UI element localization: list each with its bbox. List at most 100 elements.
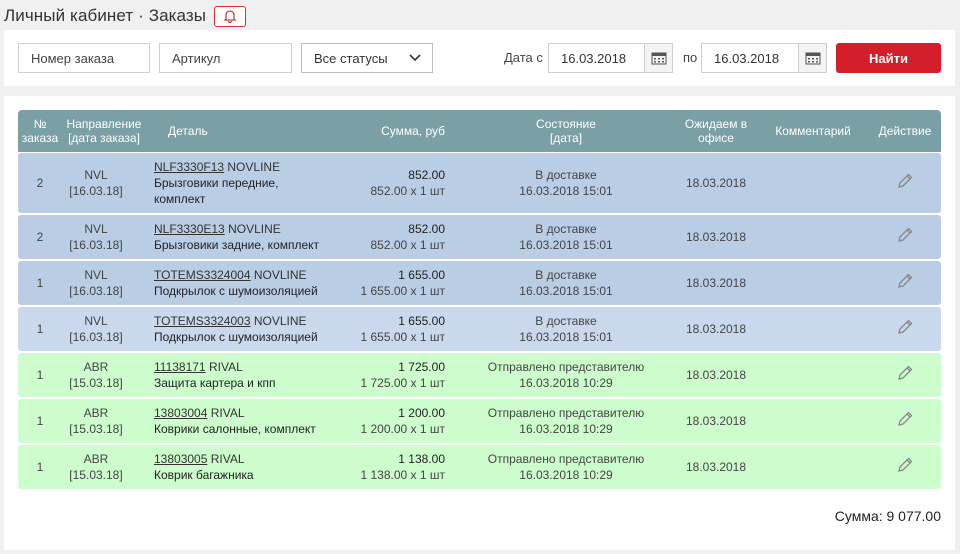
order-num: 1: [36, 368, 44, 382]
order-detail: TOTEMS3324003 NOVLINE Подкрылок с шумоизо…: [154, 307, 354, 351]
order-num: 1: [36, 460, 44, 474]
order-expected: 18.03.2018: [685, 460, 747, 474]
date-to-label: по: [683, 50, 698, 65]
article-link[interactable]: NLF3330E13: [154, 222, 225, 236]
order-num: 1: [36, 276, 44, 290]
article-link[interactable]: 11138171: [154, 360, 206, 374]
order-num: 1: [36, 322, 44, 336]
chevron-down-icon: [409, 54, 421, 62]
pencil-icon: [896, 364, 914, 386]
pencil-icon: [896, 456, 914, 478]
order-direction: ABR [15.03.18]: [69, 452, 123, 482]
table-row: 1 ABR [15.03.18] 13803004 RIVAL Коврики сало…: [18, 399, 941, 443]
brand: NOVLINE: [253, 268, 307, 282]
order-expected: 18.03.2018: [685, 414, 747, 428]
date-from-field[interactable]: 16.03.2018: [548, 43, 673, 73]
page-title: Личный кабинет · Заказы: [4, 6, 207, 25]
brand: RIVAL: [208, 360, 243, 374]
brand: NOVLINE: [227, 160, 281, 174]
status-select-value: Все статусы: [314, 50, 388, 66]
edit-button[interactable]: [870, 215, 940, 259]
search-button[interactable]: Найти: [836, 43, 941, 73]
col-sum-header: Сумма, руб: [381, 124, 445, 138]
pencil-icon: [896, 272, 914, 294]
order-direction: NVL [16.03.18]: [69, 268, 123, 298]
date-to-field[interactable]: 16.03.2018: [701, 43, 827, 73]
table-row: 1 NVL [16.03.18] TOTEMS3324003 NOVLINE Подкр…: [18, 307, 941, 351]
article-link[interactable]: TOTEMS3324003: [154, 314, 251, 328]
order-expected: 18.03.2018: [685, 230, 747, 244]
col-state-header: Состояние [дата]: [536, 117, 596, 145]
brand: RIVAL: [210, 452, 245, 466]
order-state: Отправлено представителю 16.03.2018 10:29: [487, 406, 645, 436]
order-state: В доставке 16.03.2018 15:01: [519, 314, 613, 344]
brand: NOVLINE: [253, 314, 307, 328]
order-state: В доставке 16.03.2018 15:01: [519, 222, 613, 252]
order-detail: NLF3330F13 NOVLINE Брызговики передние, ко…: [154, 153, 354, 213]
bell-icon: [223, 10, 237, 23]
orders-total: Сумма: 9 077.00: [834, 508, 941, 524]
date-from-label: Дата с: [504, 50, 543, 65]
article-link[interactable]: 13803005: [154, 452, 207, 466]
order-num: 2: [36, 176, 44, 190]
order-expected: 18.03.2018: [685, 176, 747, 190]
edit-button[interactable]: [870, 307, 940, 351]
edit-button[interactable]: [870, 445, 940, 489]
detail-name: Подкрылок с шумоизоляцией: [154, 284, 318, 298]
date-to-value: 16.03.2018: [714, 50, 780, 66]
order-sum: 1 655.00 1 655.00 x 1 шт: [360, 268, 445, 298]
calendar-icon[interactable]: [644, 44, 672, 72]
calendar-icon[interactable]: [798, 44, 826, 72]
article-link[interactable]: TOTEMS3324004: [154, 268, 251, 282]
detail-name: Подкрылок с шумоизоляцией: [154, 330, 318, 344]
col-num-header: № заказа: [21, 117, 59, 145]
col-expected-header: Ожидаем в офисе: [684, 117, 748, 145]
order-state: Отправлено представителю 16.03.2018 10:29: [487, 452, 645, 482]
edit-button[interactable]: [870, 399, 940, 443]
order-state: В доставке 16.03.2018 15:01: [519, 268, 613, 298]
pencil-icon: [896, 410, 914, 432]
detail-name: Коврик багажника: [154, 468, 254, 482]
edit-button[interactable]: [870, 153, 940, 213]
detail-name: Защита картера и кпп: [154, 376, 276, 390]
order-sum: 1 655.00 1 655.00 x 1 шт: [360, 314, 445, 344]
order-sum: 1 138.00 1 138.00 x 1 шт: [360, 452, 445, 482]
order-state: В доставке 16.03.2018 15:01: [519, 168, 613, 198]
detail-name: Коврики салонные, комплект: [154, 422, 316, 436]
edit-button[interactable]: [870, 261, 940, 305]
table-row: 2 NVL [16.03.18] NLF3330F13 NOVLINE Брызгови…: [18, 153, 941, 213]
article-input[interactable]: [159, 43, 292, 73]
col-comment-header: Комментарий: [775, 124, 851, 138]
table-row: 2 NVL [16.03.18] NLF3330E13 NOVLINE Брызгови…: [18, 215, 941, 259]
table-row: 1 ABR [15.03.18] 11138171 RIVAL Защита карте…: [18, 353, 941, 397]
page-header: Личный кабинет · Заказы: [4, 4, 247, 28]
article-link[interactable]: NLF3330F13: [154, 160, 224, 174]
order-direction: NVL [16.03.18]: [69, 222, 123, 252]
order-sum: 852.00 852.00 x 1 шт: [370, 222, 445, 252]
detail-name-cont: комплект: [154, 192, 206, 206]
order-direction: ABR [15.03.18]: [69, 360, 123, 390]
order-expected: 18.03.2018: [685, 322, 747, 336]
pencil-icon: [896, 172, 914, 194]
notifications-button[interactable]: [214, 5, 247, 27]
order-expected: 18.03.2018: [685, 276, 747, 290]
status-select[interactable]: Все статусы: [301, 43, 433, 73]
order-detail: 11138171 RIVAL Защита картера и кпп: [154, 353, 354, 397]
order-num: 2: [36, 230, 44, 244]
order-sum: 1 725.00 1 725.00 x 1 шт: [360, 360, 445, 390]
detail-name: Брызговики задние, комплект: [154, 238, 320, 252]
order-sum: 1 200.00 1 200.00 x 1 шт: [360, 406, 445, 436]
edit-button[interactable]: [870, 353, 940, 397]
col-detail-header: Деталь: [168, 124, 208, 138]
pencil-icon: [896, 226, 914, 248]
order-num: 1: [36, 414, 44, 428]
article-link[interactable]: 13803004: [154, 406, 207, 420]
table-header: № заказа Направление [дата заказа] Деталь …: [18, 110, 941, 152]
order-detail: 13803004 RIVAL Коврики салонные, комплект: [154, 399, 354, 443]
order-state: Отправлено представителю 16.03.2018 10:29: [487, 360, 645, 390]
order-number-input[interactable]: [18, 43, 150, 73]
brand: RIVAL: [210, 406, 245, 420]
brand: NOVLINE: [228, 222, 281, 236]
orders-table: № заказа Направление [дата заказа] Деталь …: [18, 110, 941, 489]
orders-panel: № заказа Направление [дата заказа] Деталь …: [4, 96, 955, 550]
